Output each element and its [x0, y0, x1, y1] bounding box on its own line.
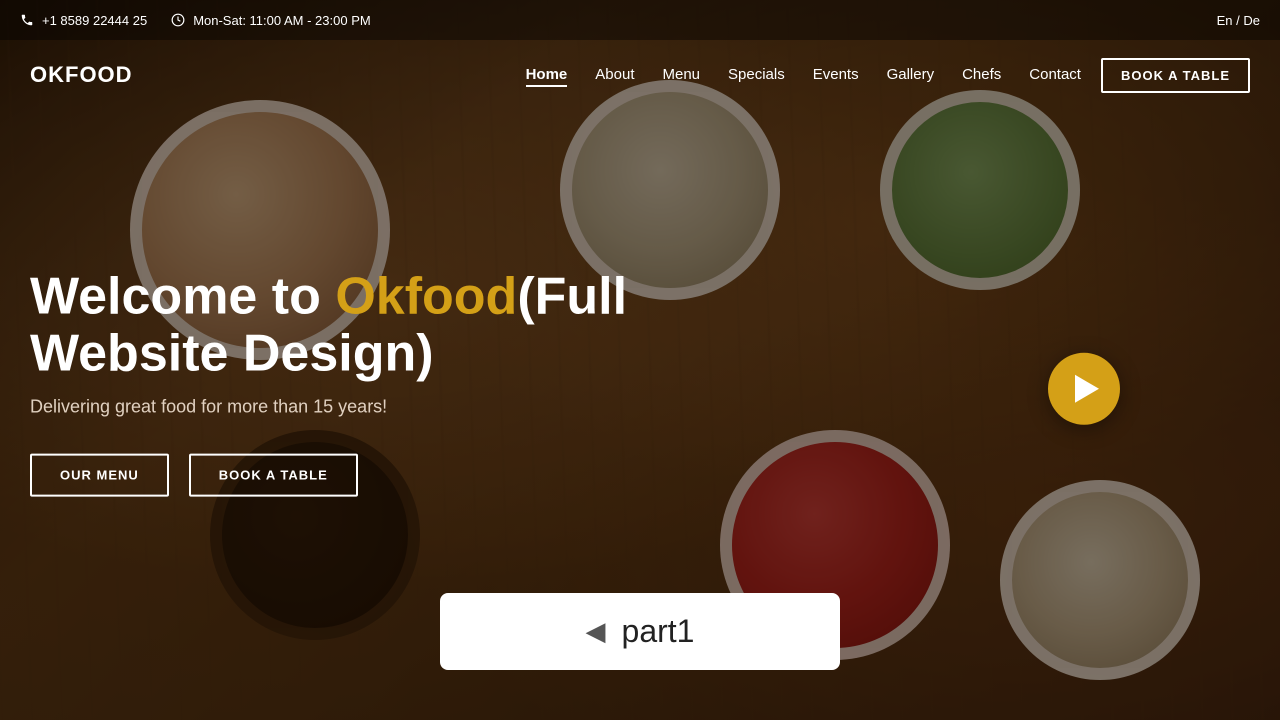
nav-link-specials[interactable]: Specials — [728, 66, 785, 83]
play-button[interactable] — [1048, 353, 1120, 425]
hero-buttons: OUR MENU BOOK A TABLE — [30, 454, 680, 497]
nav-link-home[interactable]: Home — [526, 66, 568, 87]
nav-link-menu[interactable]: Menu — [662, 66, 700, 83]
part1-arrow: ◀ — [586, 616, 606, 647]
part1-label: part1 — [622, 613, 695, 650]
nav-item-events[interactable]: Events — [813, 66, 859, 84]
nav-link-chefs[interactable]: Chefs — [962, 66, 1001, 83]
phone-icon — [20, 13, 34, 27]
topbar-lang[interactable]: En / De — [1217, 13, 1260, 28]
nav-item-menu[interactable]: Menu — [662, 66, 700, 84]
topbar-hours: Mon-Sat: 11:00 AM - 23:00 PM — [171, 13, 371, 28]
our-menu-button[interactable]: OUR MENU — [30, 454, 169, 497]
book-table-nav-button[interactable]: BOOK A TABLE — [1101, 58, 1250, 93]
nav-links: Home About Menu Specials Events Gallery … — [526, 66, 1081, 84]
hero-section: +1 8589 22444 25 Mon-Sat: 11:00 AM - 23:… — [0, 0, 1280, 720]
nav-item-about[interactable]: About — [595, 66, 634, 84]
hero-content: Welcome to Okfood(Full Website Design) D… — [30, 269, 680, 497]
book-table-hero-button[interactable]: BOOK A TABLE — [189, 454, 358, 497]
nav-item-chefs[interactable]: Chefs — [962, 66, 1001, 84]
nav-item-home[interactable]: Home — [526, 66, 568, 84]
site-logo[interactable]: OKFOOD — [30, 62, 133, 88]
nav-link-gallery[interactable]: Gallery — [887, 66, 935, 83]
nav-item-specials[interactable]: Specials — [728, 66, 785, 84]
nav-link-events[interactable]: Events — [813, 66, 859, 83]
navbar: OKFOOD Home About Menu Specials Events G… — [0, 40, 1280, 110]
nav-item-contact[interactable]: Contact — [1029, 66, 1081, 84]
topbar: +1 8589 22444 25 Mon-Sat: 11:00 AM - 23:… — [0, 0, 1280, 40]
nav-link-about[interactable]: About — [595, 66, 634, 83]
nav-item-gallery[interactable]: Gallery — [887, 66, 935, 84]
nav-link-contact[interactable]: Contact — [1029, 66, 1081, 83]
hero-subtitle: Delivering great food for more than 15 y… — [30, 397, 680, 418]
clock-icon — [171, 13, 185, 27]
topbar-phone: +1 8589 22444 25 — [20, 13, 147, 28]
part1-annotation: ◀ part1 — [440, 593, 840, 670]
hero-title: Welcome to Okfood(Full Website Design) — [30, 269, 680, 383]
hero-brand-name: Okfood — [335, 268, 517, 326]
play-icon — [1075, 375, 1099, 403]
hero-title-prefix: Welcome to — [30, 268, 335, 326]
